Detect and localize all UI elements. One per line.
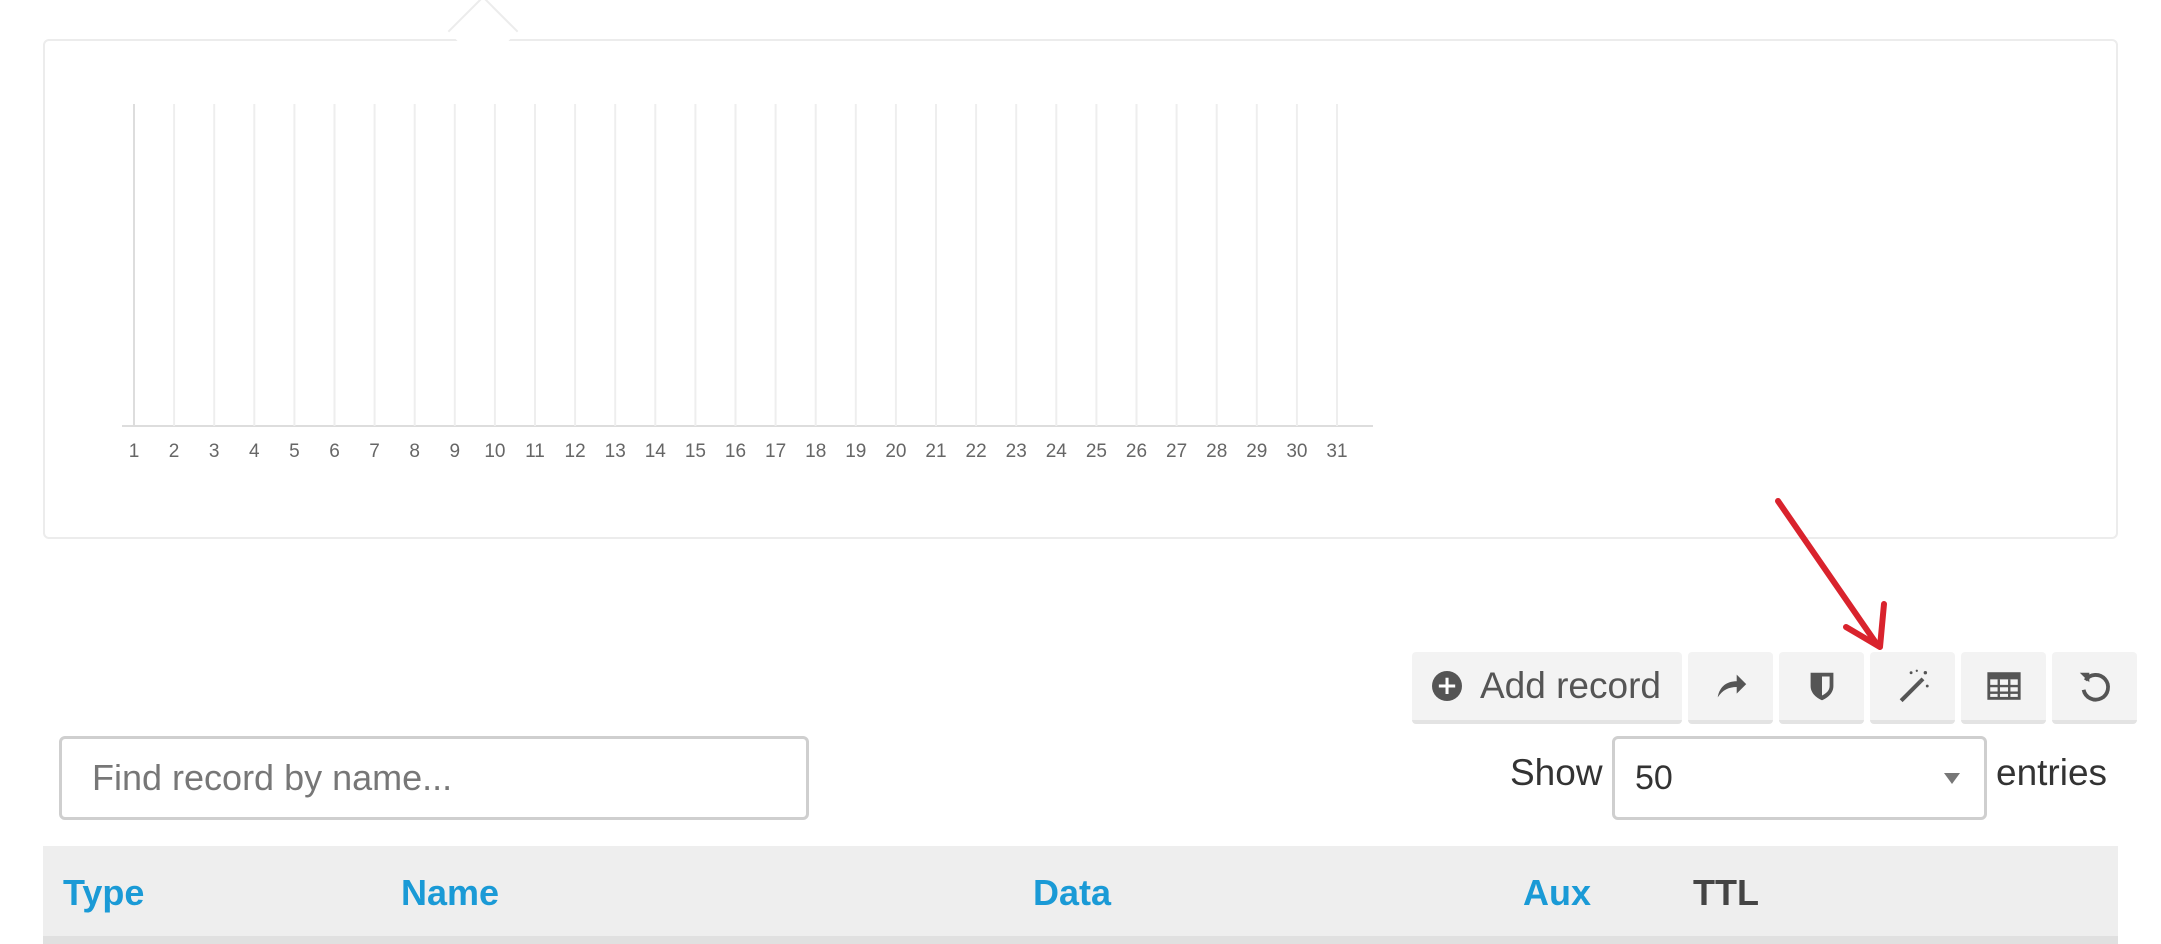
x-tick-label: 15 [685,441,706,462]
dropdown-caret-icon [1944,773,1960,784]
x-tick-label: 28 [1206,441,1227,462]
column-header-type[interactable]: Type [63,872,144,914]
magic-wand-icon [1899,669,1929,703]
share-button[interactable] [1688,652,1773,724]
column-header-name[interactable]: Name [401,872,499,914]
x-tick-label: 5 [289,441,300,462]
x-tick-label: 19 [845,441,866,462]
x-tick-label: 14 [645,441,667,462]
x-tick-label: 1 [129,441,140,462]
x-tick-label: 10 [484,441,505,462]
magic-wand-button[interactable] [1870,652,1955,724]
x-tick-label: 2 [169,441,180,462]
refresh-button[interactable] [2052,652,2137,724]
refresh-icon [2079,672,2110,702]
x-tick-label: 18 [805,441,826,462]
x-tick-label: 17 [765,441,786,462]
plus-circle-icon: + [1432,671,1462,701]
entries-per-page-select[interactable]: 50 [1612,736,1987,820]
table-view-button[interactable] [1961,652,2046,724]
daily-queries-chart: 1 2 3 4 5 6 7 8 9 10 11 12 13 14 15 16 17 18 19 20 21 22 23 24 2… [122,104,1373,462]
table-icon [1986,672,2021,700]
dns-records-page: 1 2 3 4 5 6 7 8 9 10 11 12 13 14 15 16 17 18 19 20 21 22 23 24 2… [0,0,2161,944]
x-tick-label: 26 [1126,441,1147,462]
x-tick-label: 7 [369,441,380,462]
x-tick-label: 29 [1246,441,1267,462]
x-tick-label: 16 [725,441,746,462]
x-tick-label: 23 [1006,441,1027,462]
x-tick-label: 24 [1046,441,1068,462]
column-header-data[interactable]: Data [1033,872,1111,914]
x-tick-label: 3 [209,441,220,462]
entries-label: entries [1996,752,2108,793]
shield-button[interactable] [1779,652,1864,724]
x-tick-label: 9 [450,441,461,462]
x-tick-label: 6 [329,441,340,462]
records-table-header: Type Name Data Aux TTL [43,846,2118,944]
x-tick-label: 13 [605,441,626,462]
entries-selected-value: 50 [1635,758,1673,797]
x-tick-label: 8 [409,441,420,462]
chart-panel: 1 2 3 4 5 6 7 8 9 10 11 12 13 14 15 16 17 18 19 20 21 22 23 24 2… [43,39,2118,539]
x-tick-label: 22 [966,441,987,462]
x-tick-label: 27 [1166,441,1187,462]
share-arrow-icon [1717,674,1746,698]
x-tick-label: 30 [1286,441,1307,462]
add-record-button[interactable]: + Add record [1412,652,1682,724]
x-tick-label: 11 [525,441,545,462]
show-label: Show [1510,752,1603,793]
add-record-label: Add record [1480,665,1661,706]
x-tick-label: 4 [249,441,260,462]
x-tick-label: 25 [1086,441,1107,462]
records-toolbar: + Add record [1412,652,2137,724]
shield-icon [1810,672,1833,701]
x-tick-label: 12 [565,441,586,462]
x-tick-label: 21 [925,441,946,462]
column-header-aux[interactable]: Aux [1523,872,1591,914]
column-header-ttl: TTL [1693,872,1759,913]
x-tick-label: 31 [1326,441,1347,462]
find-record-input[interactable] [59,736,809,820]
x-tick-label: 20 [885,441,906,462]
